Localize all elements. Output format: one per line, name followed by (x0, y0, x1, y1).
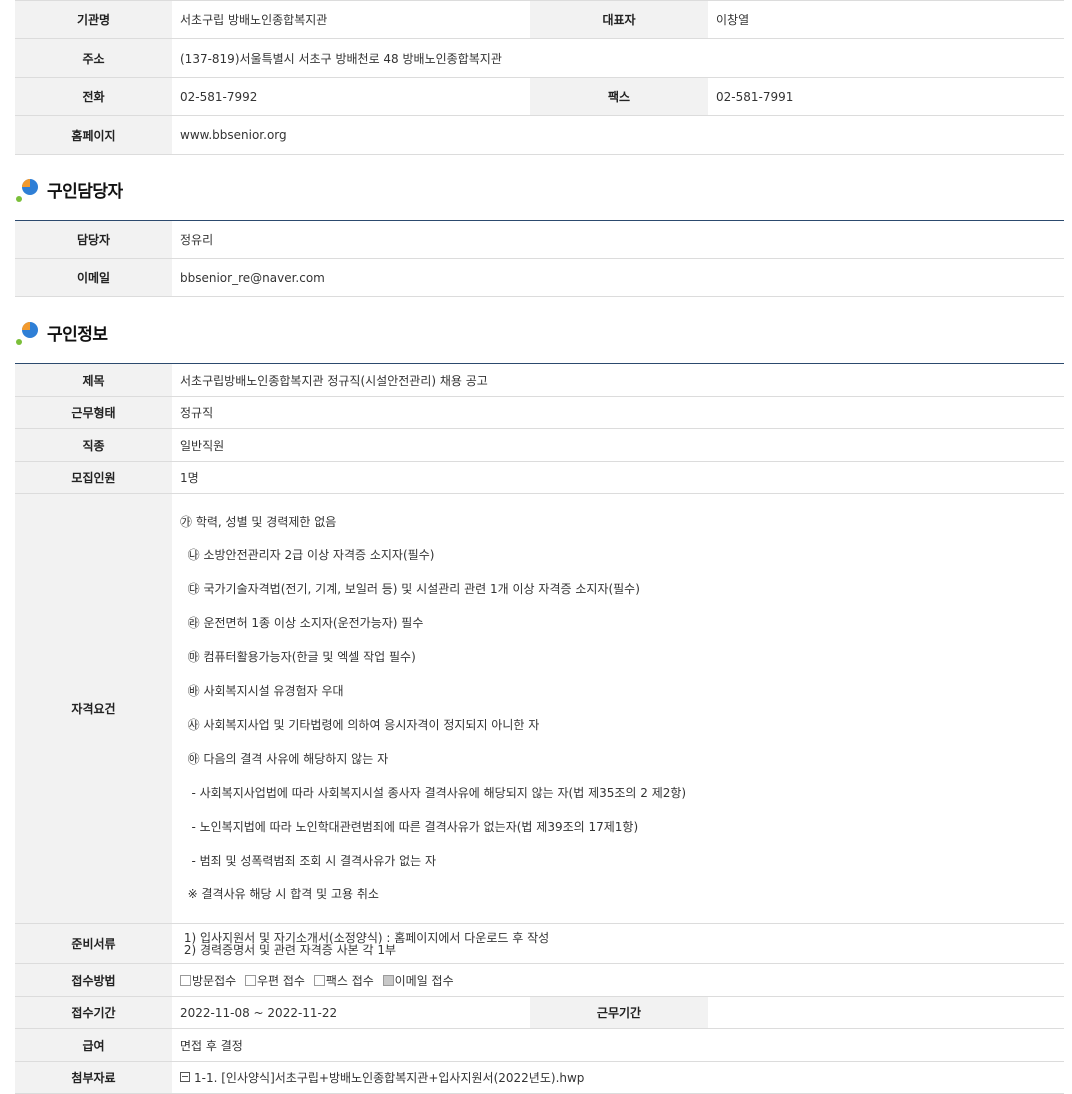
qualification-line: ㉳ 사회복지시설 유경험자 우대 (180, 684, 344, 699)
job-salary-label: 급여 (15, 1028, 172, 1063)
job-count-value: 1명 (172, 461, 1064, 494)
table-row: 제목 서초구립방배노인종합복지관 정규직(시설안전관리) 채용 공고 (15, 363, 1064, 397)
section-bullet-icon (15, 319, 41, 345)
table-row: 준비서류 1) 입사지원서 및 자기소개서(소정양식) : 홈페이지에서 다운로… (15, 923, 1064, 965)
qualification-line: ㉱ 운전면허 1종 이상 소지자(운전가능자) 필수 (180, 616, 424, 631)
method-visit: 방문접수 (180, 974, 236, 988)
org-name-label: 기관명 (15, 0, 172, 39)
job-method-label: 접수방법 (15, 963, 172, 998)
job-type-label: 근무형태 (15, 396, 172, 429)
contact-email-label: 이메일 (15, 258, 172, 297)
table-row: 근무형태 정규직 (15, 396, 1064, 429)
job-info-table: 제목 서초구립방배노인종합복지관 정규직(시설안전관리) 채용 공고 근무형태 … (15, 363, 1064, 1094)
contact-table: 담당자 정유리 이메일 bbsenior_re@naver.com (15, 220, 1064, 297)
qualification-line: - 노인복지법에 따라 노인학대관련범죄에 따른 결격사유가 없는자(법 제39… (180, 819, 639, 834)
table-row: 접수기간 2022-11-08 ~ 2022-11-22 근무기간 (15, 996, 1064, 1030)
job-category-value: 일반직원 (172, 428, 1064, 462)
table-row: 자격요건 ㉮ 학력, 성별 및 경력제한 없음 ㉯ 소방안전관리자 2급 이상 … (15, 493, 1064, 925)
table-row: 이메일 bbsenior_re@naver.com (15, 258, 1064, 297)
org-homepage-value: www.bbsenior.org (172, 115, 1064, 155)
job-attachment: 1-1. [인사양식]서초구립+방배노인종합복지관+입사지원서(2022년도).… (172, 1061, 1064, 1094)
org-address-value: (137-819)서울특별시 서초구 방배천로 48 방배노인종합복지관 (172, 38, 1064, 78)
job-section-header: 구인정보 (15, 319, 108, 345)
job-category-label: 직종 (15, 428, 172, 462)
org-name-value: 서초구립 방배노인종합복지관 (172, 0, 530, 39)
job-documents: 1) 입사지원서 및 자기소개서(소정양식) : 홈페이지에서 다운로드 후 작… (172, 923, 1064, 965)
method-mail: 우편 접수 (245, 974, 305, 988)
org-rep-value: 이창열 (708, 0, 1064, 39)
job-work-period-label: 근무기간 (530, 996, 708, 1030)
job-qualifications: ㉮ 학력, 성별 및 경력제한 없음 ㉯ 소방안전관리자 2급 이상 자격증 소… (172, 493, 1064, 925)
qualification-line: ㉯ 소방안전관리자 2급 이상 자격증 소지자(필수) (180, 548, 435, 563)
table-row: 전화 02-581-7992 팩스 02-581-7991 (15, 77, 1064, 116)
org-address-label: 주소 (15, 38, 172, 78)
checkbox-icon (180, 974, 191, 986)
method-fax: 팩스 접수 (313, 974, 374, 988)
qualification-line: ㉮ 학력, 성별 및 경력제한 없음 (180, 514, 337, 529)
qualification-line: ㉲ 컴퓨터활용가능자(한글 및 엑셀 작업 필수) (180, 650, 416, 665)
job-period-label: 접수기간 (15, 996, 172, 1030)
method-email: 이메일 접수 (382, 974, 454, 988)
contact-section-header: 구인담당자 (15, 176, 123, 202)
job-salary-value: 면접 후 결정 (172, 1028, 1064, 1063)
file-icon (180, 1072, 190, 1083)
job-type-value: 정규직 (172, 396, 1064, 429)
attachment-link[interactable]: 1-1. [인사양식]서초구립+방배노인종합복지관+입사지원서(2022년도).… (194, 1071, 584, 1085)
section-bullet-icon (15, 176, 41, 202)
table-row: 직종 일반직원 (15, 428, 1064, 462)
org-homepage-label: 홈페이지 (15, 115, 172, 155)
qualification-line: ㉴ 사회복지사업 및 기타법령에 의하여 응시자격이 정지되지 아니한 자 (180, 717, 540, 732)
job-section-title: 구인정보 (47, 324, 108, 345)
job-methods: 방문접수 우편 접수 팩스 접수 이메일 접수 (172, 963, 1064, 998)
qualification-line: - 범죄 및 성폭력범죄 조회 시 결격사유가 없는 자 (180, 853, 437, 868)
job-docs-label: 준비서류 (15, 923, 172, 965)
table-row: 홈페이지 www.bbsenior.org (15, 115, 1064, 155)
document-line: 1) 입사지원서 및 자기소개서(소정양식) : 홈페이지에서 다운로드 후 작… (180, 930, 550, 945)
checkbox-icon (245, 974, 256, 986)
qualification-line: ㉵ 다음의 결격 사유에 해당하지 않는 자 (180, 751, 389, 766)
job-attach-label: 첨부자료 (15, 1061, 172, 1094)
checkbox-checked-icon (382, 974, 394, 986)
org-fax-label: 팩스 (530, 77, 708, 116)
job-subject-value: 서초구립방배노인종합복지관 정규직(시설안전관리) 채용 공고 (172, 363, 1064, 397)
org-rep-label: 대표자 (530, 0, 708, 39)
contact-person-label: 담당자 (15, 220, 172, 259)
table-row: 주소 (137-819)서울특별시 서초구 방배천로 48 방배노인종합복지관 (15, 38, 1064, 78)
qualification-line: ㉰ 국가기술자격법(전기, 기계, 보일러 등) 및 시설관리 관련 1개 이상… (180, 582, 640, 597)
checkbox-icon (313, 974, 325, 986)
table-row: 담당자 정유리 (15, 220, 1064, 259)
job-qual-label: 자격요건 (15, 493, 172, 925)
job-subject-label: 제목 (15, 363, 172, 397)
job-work-period-value (708, 996, 1064, 1030)
contact-email-value[interactable]: bbsenior_re@naver.com (172, 258, 1064, 297)
contact-person-value: 정유리 (172, 220, 1064, 259)
job-period-value: 2022-11-08 ~ 2022-11-22 (172, 996, 530, 1030)
org-info-table: 기관명 서초구립 방배노인종합복지관 대표자 이창열 주소 (137-819)서… (15, 0, 1064, 155)
org-phone-value: 02-581-7992 (172, 77, 530, 116)
table-row: 모집인원 1명 (15, 461, 1064, 494)
document-line: 2) 경력증명서 및 관련 자격증 사본 각 1부 (180, 942, 397, 957)
org-fax-value: 02-581-7991 (708, 77, 1064, 116)
table-row: 첨부자료 1-1. [인사양식]서초구립+방배노인종합복지관+입사지원서(202… (15, 1061, 1064, 1094)
table-row: 접수방법 방문접수 우편 접수 팩스 접수 이메일 접수 (15, 963, 1064, 998)
contact-section-title: 구인담당자 (47, 181, 123, 202)
org-phone-label: 전화 (15, 77, 172, 116)
qualification-line: ※ 결격사유 해당 시 합격 및 고용 취소 (180, 887, 379, 902)
table-row: 급여 면접 후 결정 (15, 1028, 1064, 1063)
job-count-label: 모집인원 (15, 461, 172, 494)
table-row: 기관명 서초구립 방배노인종합복지관 대표자 이창열 (15, 0, 1064, 39)
qualification-line: - 사회복지사업법에 따라 사회복지시설 종사자 결격사유에 해당되지 않는 자… (180, 785, 687, 800)
